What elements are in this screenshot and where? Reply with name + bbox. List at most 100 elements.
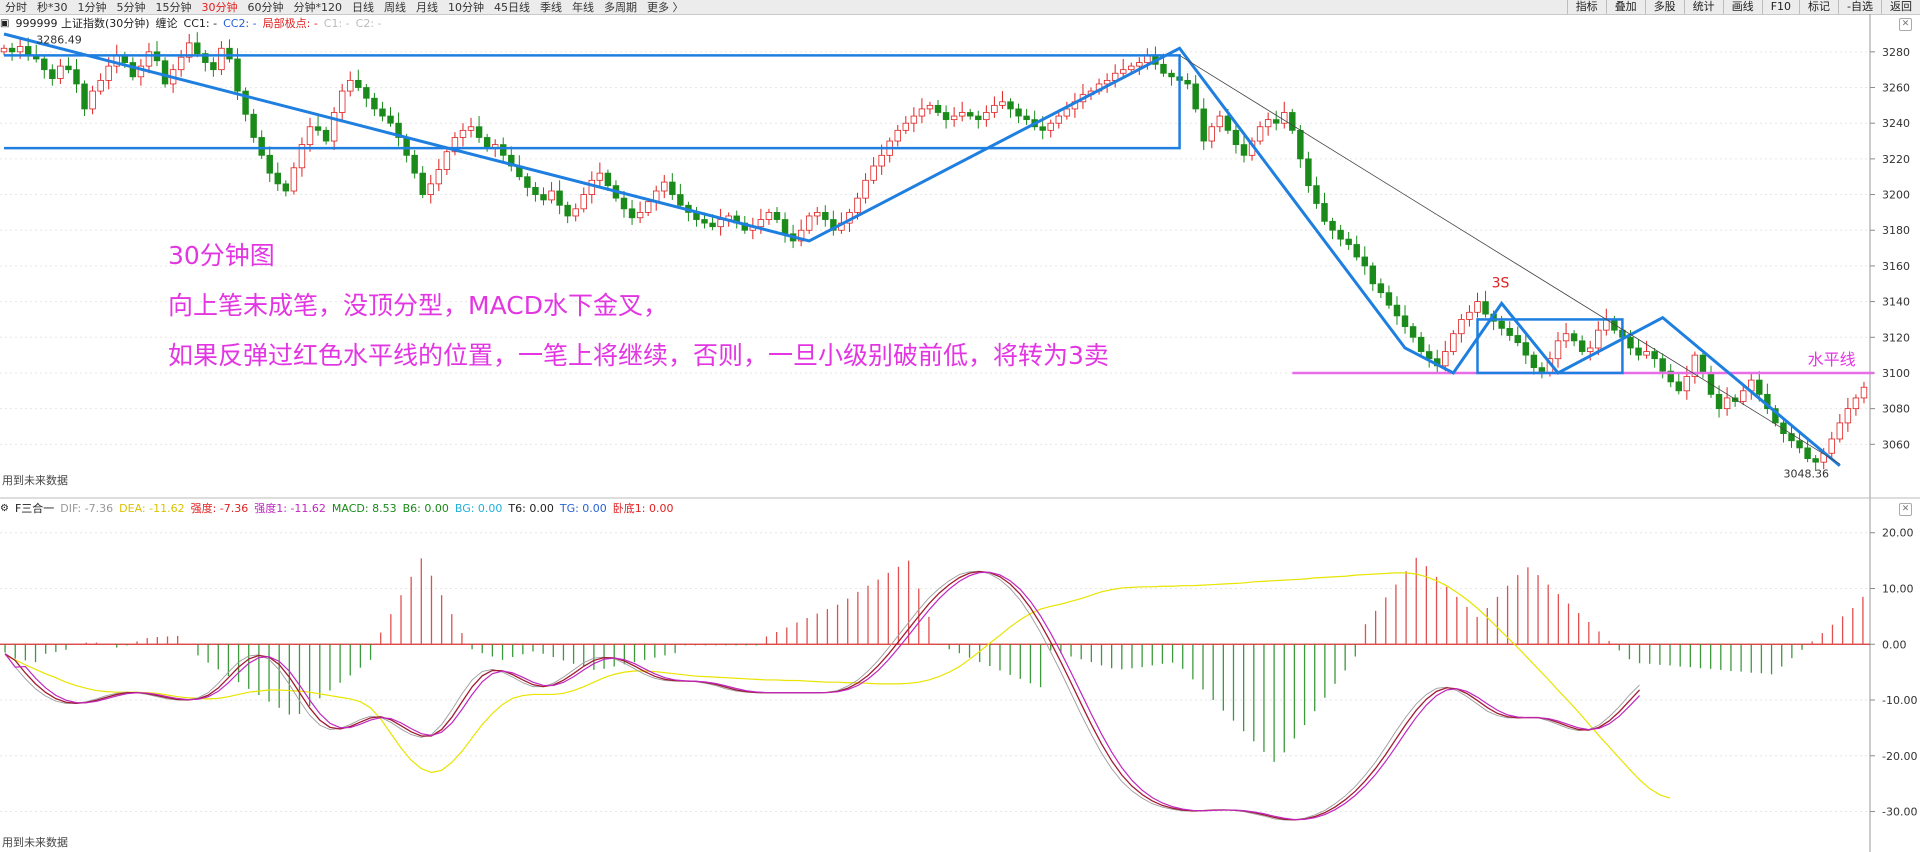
candle-body	[161, 60, 169, 85]
candle-body	[596, 172, 604, 181]
candle-body	[1353, 244, 1360, 258]
y-tick-label: 3280	[1882, 46, 1910, 59]
y-tick-label: 3180	[1882, 224, 1910, 237]
candle-body	[1417, 336, 1425, 352]
candle-body	[934, 104, 942, 113]
y-tick-label: 3200	[1882, 189, 1910, 202]
candle-body	[572, 208, 579, 217]
annotation-line-1: 向上笔未成笔，没顶分型，MACD水下金叉，	[168, 291, 668, 320]
candle-body	[717, 219, 724, 228]
candle-body	[97, 79, 104, 92]
candle-body	[1425, 351, 1433, 360]
candle-body	[548, 190, 555, 201]
candle-body	[1731, 397, 1739, 402]
candle-body	[854, 197, 861, 213]
candle-body	[532, 187, 539, 195]
candle-body	[1208, 126, 1216, 142]
candle-body	[1627, 336, 1634, 349]
candle-body	[1160, 63, 1167, 74]
candle-body	[757, 219, 765, 228]
candle-body	[636, 211, 644, 219]
candle-body	[73, 69, 80, 85]
candle-body	[814, 211, 821, 217]
candle-body	[991, 104, 998, 113]
candle-body	[1675, 381, 1683, 392]
dif-line	[4, 570, 1640, 821]
candle-body	[1474, 301, 1481, 313]
candle-body	[1119, 69, 1127, 74]
candle-body	[1409, 326, 1417, 338]
y-tick-label: 3240	[1882, 117, 1910, 130]
candle-body	[1369, 265, 1377, 285]
candle-body	[49, 69, 56, 80]
candle-body	[0, 47, 8, 53]
y-tick-label: 3220	[1882, 153, 1910, 166]
candle-body	[1401, 315, 1409, 327]
candle-body	[1313, 185, 1320, 204]
candle-body	[250, 113, 257, 138]
candle-body	[1055, 115, 1063, 124]
candle-body	[274, 172, 282, 185]
y-tick-label: -10.00	[1882, 694, 1917, 707]
candle-body	[902, 122, 910, 131]
candle-body	[1216, 115, 1224, 128]
candle-body	[1192, 83, 1199, 110]
candle-body	[347, 79, 354, 92]
candle-body	[1756, 379, 1763, 395]
y-tick-label: 3160	[1882, 260, 1910, 273]
candle-body	[500, 144, 507, 156]
candle-body	[894, 129, 901, 142]
candle-body	[983, 112, 990, 121]
candle-body	[773, 211, 781, 220]
candle-body	[1063, 108, 1071, 117]
candle-body	[1184, 79, 1191, 85]
candle-body	[475, 126, 483, 138]
high-price-label: 3286.49	[36, 33, 82, 46]
candle-body	[1699, 354, 1707, 374]
candle-body	[975, 115, 982, 121]
candle-body	[910, 115, 918, 124]
y-tick-label: 3120	[1882, 331, 1910, 344]
candle-body	[1852, 397, 1860, 410]
future-data-note: 用到未来数据	[2, 474, 68, 487]
candle-body	[1796, 440, 1803, 449]
candle-body	[387, 115, 394, 124]
candle-body	[355, 79, 362, 88]
candle-body	[1643, 351, 1650, 356]
candle-body	[805, 215, 813, 231]
candle-body	[1723, 397, 1731, 410]
candle-body	[177, 56, 185, 71]
candle-body	[781, 219, 789, 235]
annotation-title: 30分钟图	[168, 241, 275, 270]
candle-body	[1498, 320, 1505, 329]
candle-body	[958, 112, 966, 117]
candle-body	[1023, 115, 1030, 121]
candle-body	[1844, 408, 1852, 424]
candle-body	[1812, 458, 1819, 463]
third-sell-label: 3S	[1492, 275, 1510, 291]
candle-body	[8, 47, 16, 53]
candle-body	[1562, 333, 1570, 342]
candle-body	[580, 194, 587, 210]
candle-body	[765, 211, 773, 220]
candle-body	[1828, 438, 1835, 454]
y-tick-label: -20.00	[1882, 750, 1917, 763]
candle-body	[1570, 333, 1578, 342]
candle-body	[620, 197, 628, 210]
candle-body	[1200, 108, 1207, 142]
candle-body	[1232, 129, 1240, 146]
candle-body	[330, 112, 338, 142]
trend-line	[1179, 55, 1841, 465]
candle-body	[371, 97, 378, 110]
candle-body	[1651, 351, 1658, 360]
candle-body	[918, 108, 926, 117]
candle-body	[1659, 358, 1666, 372]
candle-body	[1047, 122, 1054, 131]
candle-body	[870, 165, 877, 181]
candle-body	[1715, 393, 1723, 410]
candle-body	[926, 104, 934, 110]
candle-body	[564, 204, 571, 217]
candle-body	[403, 137, 410, 156]
candle-body	[1442, 351, 1449, 367]
candle-body	[467, 126, 475, 131]
